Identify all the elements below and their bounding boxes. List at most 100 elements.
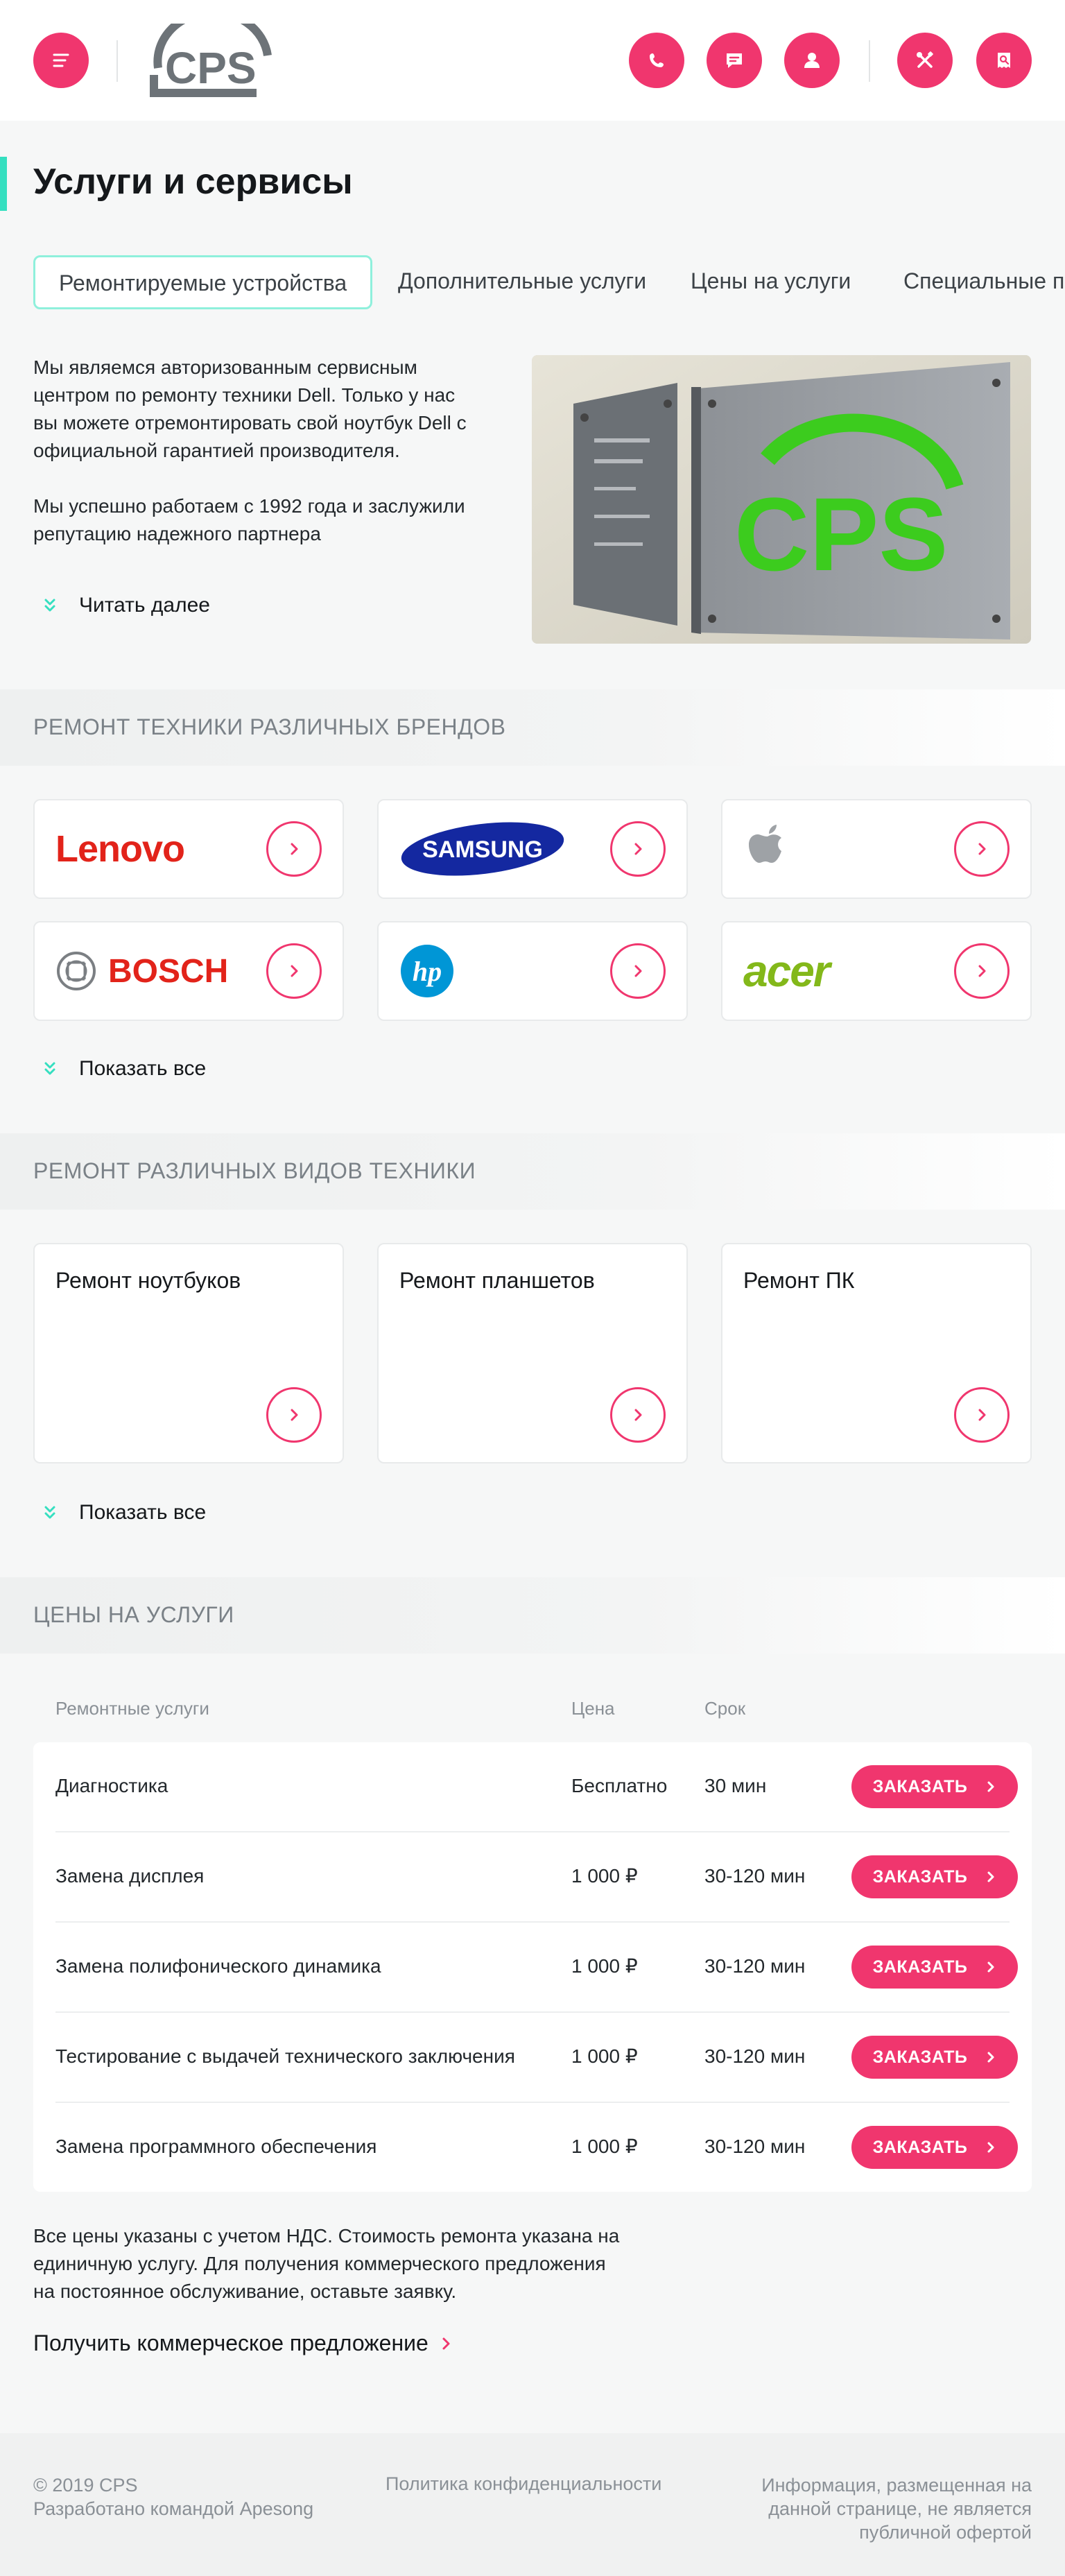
samsung-logo-mark: SAMSUNG xyxy=(401,822,564,876)
svg-text:CPS: CPS xyxy=(165,43,257,93)
footer-disclaimer: Информация, размещенная на данной страни… xyxy=(761,2475,1032,2543)
service-price: 1 000 ₽ xyxy=(571,1955,638,1977)
type-card-title: Ремонт планшетов xyxy=(399,1268,595,1293)
double-chevron-down-icon xyxy=(44,1506,55,1519)
service-term: 30-120 мин xyxy=(704,1955,806,1977)
offer-link-label: Получить коммерческое предложение xyxy=(33,2330,428,2355)
brands-section-header: РЕМОНТ ТЕХНИКИ РАЗЛИЧНЫХ БРЕНДОВ xyxy=(0,689,1065,766)
type-arrow-button[interactable] xyxy=(610,1387,666,1443)
order-button-label: ЗАКАЗАТЬ xyxy=(872,1957,968,1977)
brand-arrow-button[interactable] xyxy=(610,943,666,999)
acer-logo: acer xyxy=(743,922,831,1020)
brand-arrow-button[interactable] xyxy=(266,821,322,877)
office-sign-photo: CPS xyxy=(532,355,1031,644)
double-chevron-down-icon xyxy=(44,1062,55,1075)
bosch-wordmark: BOSCH xyxy=(108,952,229,990)
chevron-right-icon xyxy=(978,965,986,977)
service-name: Замена полифонического динамика xyxy=(55,1955,381,1977)
brand-card-apple[interactable] xyxy=(721,799,1032,899)
order-button[interactable]: ЗАКАЗАТЬ xyxy=(851,1855,1018,1898)
site-footer: © 2019 CPS Разработано командой Apesong … xyxy=(0,2433,1065,2576)
cps-logo[interactable]: CPS xyxy=(146,24,284,98)
tab-special-offers[interactable]: Специальные предложения xyxy=(903,255,1065,309)
service-term: 30-120 мин xyxy=(704,1865,806,1887)
chevron-right-icon xyxy=(291,965,298,977)
user-icon xyxy=(804,53,820,68)
service-term: 30-120 мин xyxy=(704,2045,806,2067)
chevron-right-icon xyxy=(978,1409,986,1421)
show-all-brands-link[interactable]: Показать все xyxy=(42,1057,206,1081)
brand-arrow-button[interactable] xyxy=(954,943,1010,999)
chat-icon xyxy=(727,53,742,68)
phone-icon xyxy=(650,53,664,67)
brand-arrow-button[interactable] xyxy=(266,943,322,999)
tools-icon xyxy=(917,51,933,68)
chevron-right-icon xyxy=(291,1409,298,1421)
acer-wordmark: acer xyxy=(743,946,831,996)
service-name: Тестирование с выдачей технического закл… xyxy=(55,2045,515,2067)
read-more-link[interactable]: Читать далее xyxy=(42,594,210,617)
tab-prices[interactable]: Цены на услуги xyxy=(691,255,851,309)
chevron-right-icon xyxy=(987,1781,994,1792)
table-row: Замена программного обеспечения 1 000 ₽ … xyxy=(55,2103,1018,2193)
column-header-service: Ремонтные услуги xyxy=(55,1698,209,1719)
type-card-laptops[interactable]: Ремонт ноутбуков xyxy=(33,1243,344,1463)
price-table: Диагностика Бесплатно 30 мин ЗАКАЗАТЬ За… xyxy=(33,1742,1032,2192)
bosch-logo: BOSCH xyxy=(55,922,228,1020)
brand-card-samsung[interactable]: SAMSUNG xyxy=(377,799,688,899)
order-button-label: ЗАКАЗАТЬ xyxy=(872,2047,968,2067)
sign-illustration: CPS xyxy=(532,355,1031,644)
chevron-right-icon xyxy=(987,1961,994,1973)
tab-repaired-devices[interactable]: Ремонтируемые устройства xyxy=(33,255,373,309)
order-button-label: ЗАКАЗАТЬ xyxy=(872,2137,968,2157)
service-term: 30-120 мин xyxy=(704,2136,806,2157)
header-divider xyxy=(869,40,870,82)
services-button[interactable] xyxy=(897,33,953,88)
type-card-tablets[interactable]: Ремонт планшетов xyxy=(377,1243,688,1463)
title-accent-bar xyxy=(0,157,7,211)
column-header-price: Цена xyxy=(571,1698,615,1719)
show-all-types-link[interactable]: Показать все xyxy=(42,1501,206,1525)
brand-card-lenovo[interactable]: Lenovo xyxy=(33,799,344,899)
samsung-logo: SAMSUNG xyxy=(399,800,566,898)
menu-button[interactable] xyxy=(33,33,89,88)
brand-arrow-button[interactable] xyxy=(954,821,1010,877)
type-arrow-button[interactable] xyxy=(954,1387,1010,1443)
order-button[interactable]: ЗАКАЗАТЬ xyxy=(851,2036,1018,2079)
table-row: Замена дисплея 1 000 ₽ 30-120 мин ЗАКАЗА… xyxy=(55,1832,1018,1923)
service-name: Замена программного обеспечения xyxy=(55,2136,377,2157)
tab-additional-services[interactable]: Дополнительные услуги xyxy=(398,255,646,309)
table-row: Тестирование с выдачей технического закл… xyxy=(55,2013,1018,2103)
phone-button[interactable] xyxy=(629,33,684,88)
service-price: 1 000 ₽ xyxy=(571,1865,638,1887)
order-button[interactable]: ЗАКАЗАТЬ xyxy=(851,2126,1018,2169)
order-button-label: ЗАКАЗАТЬ xyxy=(872,1866,968,1887)
service-price: Бесплатно xyxy=(571,1775,668,1796)
commercial-offer-link[interactable]: Получить коммерческое предложение xyxy=(33,2330,452,2356)
order-status-button[interactable] xyxy=(976,33,1032,88)
type-arrow-button[interactable] xyxy=(266,1387,322,1443)
copyright-text: © 2019 CPS xyxy=(33,2475,138,2496)
order-button[interactable]: ЗАКАЗАТЬ xyxy=(851,1946,1018,1989)
apple-icon xyxy=(749,825,781,863)
svg-text:CPS: CPS xyxy=(734,476,948,592)
brand-arrow-button[interactable] xyxy=(610,821,666,877)
lenovo-logo: Lenovo xyxy=(55,800,185,898)
developer-link[interactable]: Разработано командой Apesong xyxy=(33,2497,313,2521)
chevron-right-icon xyxy=(978,843,986,855)
brand-card-hp[interactable]: hp xyxy=(377,921,688,1021)
brand-lenovo-text: Lenovo xyxy=(55,828,185,870)
privacy-policy-link[interactable]: Политика конфиденциальности xyxy=(386,2473,661,2495)
page-title: Услуги и сервисы xyxy=(33,162,353,202)
hp-logo-mark: hp xyxy=(401,945,453,997)
type-card-pc[interactable]: Ремонт ПК xyxy=(721,1243,1032,1463)
prices-section-header: ЦЕНЫ НА УСЛУГИ xyxy=(0,1577,1065,1654)
order-button[interactable]: ЗАКАЗАТЬ xyxy=(851,1765,1018,1808)
chat-button[interactable] xyxy=(707,33,762,88)
service-tabs: Ремонтируемые устройства Дополнительные … xyxy=(33,255,1065,311)
brand-card-acer[interactable]: acer xyxy=(721,921,1032,1021)
brand-card-bosch[interactable]: BOSCH xyxy=(33,921,344,1021)
menu-icon xyxy=(53,53,69,67)
service-price: 1 000 ₽ xyxy=(571,2136,638,2157)
account-button[interactable] xyxy=(784,33,840,88)
